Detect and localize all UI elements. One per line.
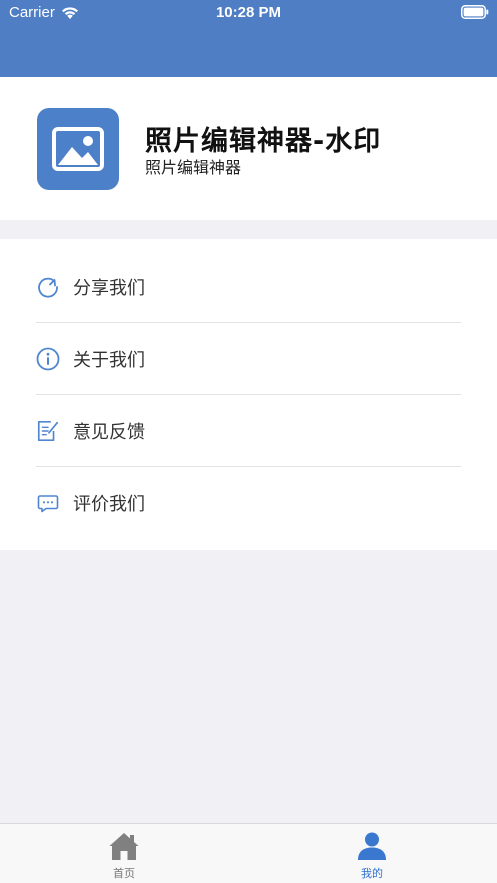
chat-bubble-icon <box>36 491 60 515</box>
info-icon <box>36 347 60 371</box>
app-name: 照片编辑神器-水印 <box>145 126 382 157</box>
person-icon <box>358 832 386 860</box>
battery-icon <box>461 5 489 19</box>
header-bar: Carrier 10:28 PM <box>0 0 497 77</box>
menu-item-feedback[interactable]: 意见反馈 <box>0 395 497 467</box>
app-info-card: 照片编辑神器-水印 照片编辑神器 <box>0 77 497 220</box>
status-bar: Carrier 10:28 PM <box>0 0 497 26</box>
feedback-note-icon <box>36 419 60 443</box>
menu-list: 分享我们 关于我们 意见反馈 评价我们 <box>0 239 497 550</box>
tab-home[interactable]: 首页 <box>64 824 184 883</box>
menu-item-label: 评价我们 <box>73 494 145 515</box>
menu-item-label: 分享我们 <box>73 278 145 299</box>
image-icon <box>52 127 104 171</box>
settings-screen: Carrier 10:28 PM 照片编辑神器-水印 照片编辑神器 分享我们 关… <box>0 0 497 883</box>
share-refresh-icon <box>36 275 60 299</box>
app-subtitle: 照片编辑神器 <box>145 158 242 177</box>
tab-bar: 首页 我的 <box>0 823 497 883</box>
menu-item-label: 关于我们 <box>73 350 145 371</box>
home-icon <box>109 833 139 860</box>
menu-item-rate[interactable]: 评价我们 <box>0 467 497 539</box>
tab-label: 首页 <box>113 867 135 880</box>
menu-item-share[interactable]: 分享我们 <box>0 251 497 323</box>
app-icon <box>37 108 119 190</box>
menu-item-label: 意见反馈 <box>73 422 145 443</box>
tab-mine[interactable]: 我的 <box>312 824 432 883</box>
tab-label: 我的 <box>361 867 383 880</box>
status-time: 10:28 PM <box>215 4 282 21</box>
menu-item-about[interactable]: 关于我们 <box>0 323 497 395</box>
